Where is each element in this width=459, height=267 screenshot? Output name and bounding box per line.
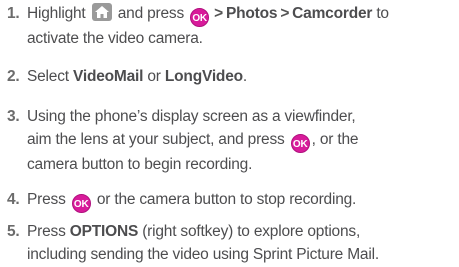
- step-text-fragment: or the camera button to stop recording.: [96, 191, 357, 208]
- step-text: Highlight and press OK > Photos > Camcorder …: [27, 2, 457, 50]
- ok-button-icon: OK: [71, 194, 91, 213]
- step-text-fragment: .: [242, 68, 247, 85]
- step-number: 5.: [7, 223, 20, 240]
- step-text-fragment: aim the lens at your subject, and press: [27, 131, 285, 148]
- step-text-fragment: Using the phone’s display screen as a vi…: [27, 108, 356, 125]
- step-text-fragment: Press: [27, 191, 66, 208]
- instruction-steps: 1. Highlight and press OK > Photos > Camcord…: [0, 0, 459, 267]
- ok-button-icon: OK: [190, 8, 210, 27]
- step-text: Press OPTIONS (right softkey) to explore…: [27, 220, 457, 266]
- step-text-fragment: camera button to begin recording.: [27, 156, 253, 173]
- softkey-options: OPTIONS: [69, 223, 139, 240]
- step-text-fragment: and press: [117, 5, 185, 22]
- step-number: 4.: [7, 191, 20, 208]
- option-videomail: VideoMail: [73, 68, 144, 85]
- step-number: 1.: [7, 5, 20, 22]
- step-text-fragment: to: [376, 5, 389, 22]
- home-icon: [91, 3, 112, 21]
- step-text: Select VideoMail or LongVideo.: [27, 65, 457, 88]
- ok-button-icon: OK: [290, 134, 310, 153]
- step-text-fragment: Press: [27, 223, 66, 240]
- step-text: Using the phone’s display screen as a vi…: [27, 105, 457, 176]
- option-longvideo: LongVideo: [164, 68, 243, 85]
- menu-separator: >: [214, 5, 223, 22]
- menu-photos: Photos: [225, 5, 278, 22]
- step-text-fragment: or: [147, 68, 161, 85]
- menu-camcorder: Camcorder: [292, 5, 373, 22]
- menu-separator: >: [280, 5, 290, 22]
- step-text-fragment: , or the: [311, 131, 359, 148]
- step-number: 3.: [7, 108, 20, 125]
- step-text-fragment: Select: [27, 68, 69, 85]
- step-text-fragment: (right softkey) to explore options,: [142, 223, 361, 240]
- step-text-fragment: Highlight: [27, 5, 86, 22]
- step-text-fragment: activate the video camera.: [27, 30, 203, 47]
- step-number: 2.: [7, 68, 20, 85]
- step-text-fragment: including sending the video using Sprint…: [27, 246, 379, 263]
- step-text: Press OK or the camera button to stop re…: [27, 188, 457, 213]
